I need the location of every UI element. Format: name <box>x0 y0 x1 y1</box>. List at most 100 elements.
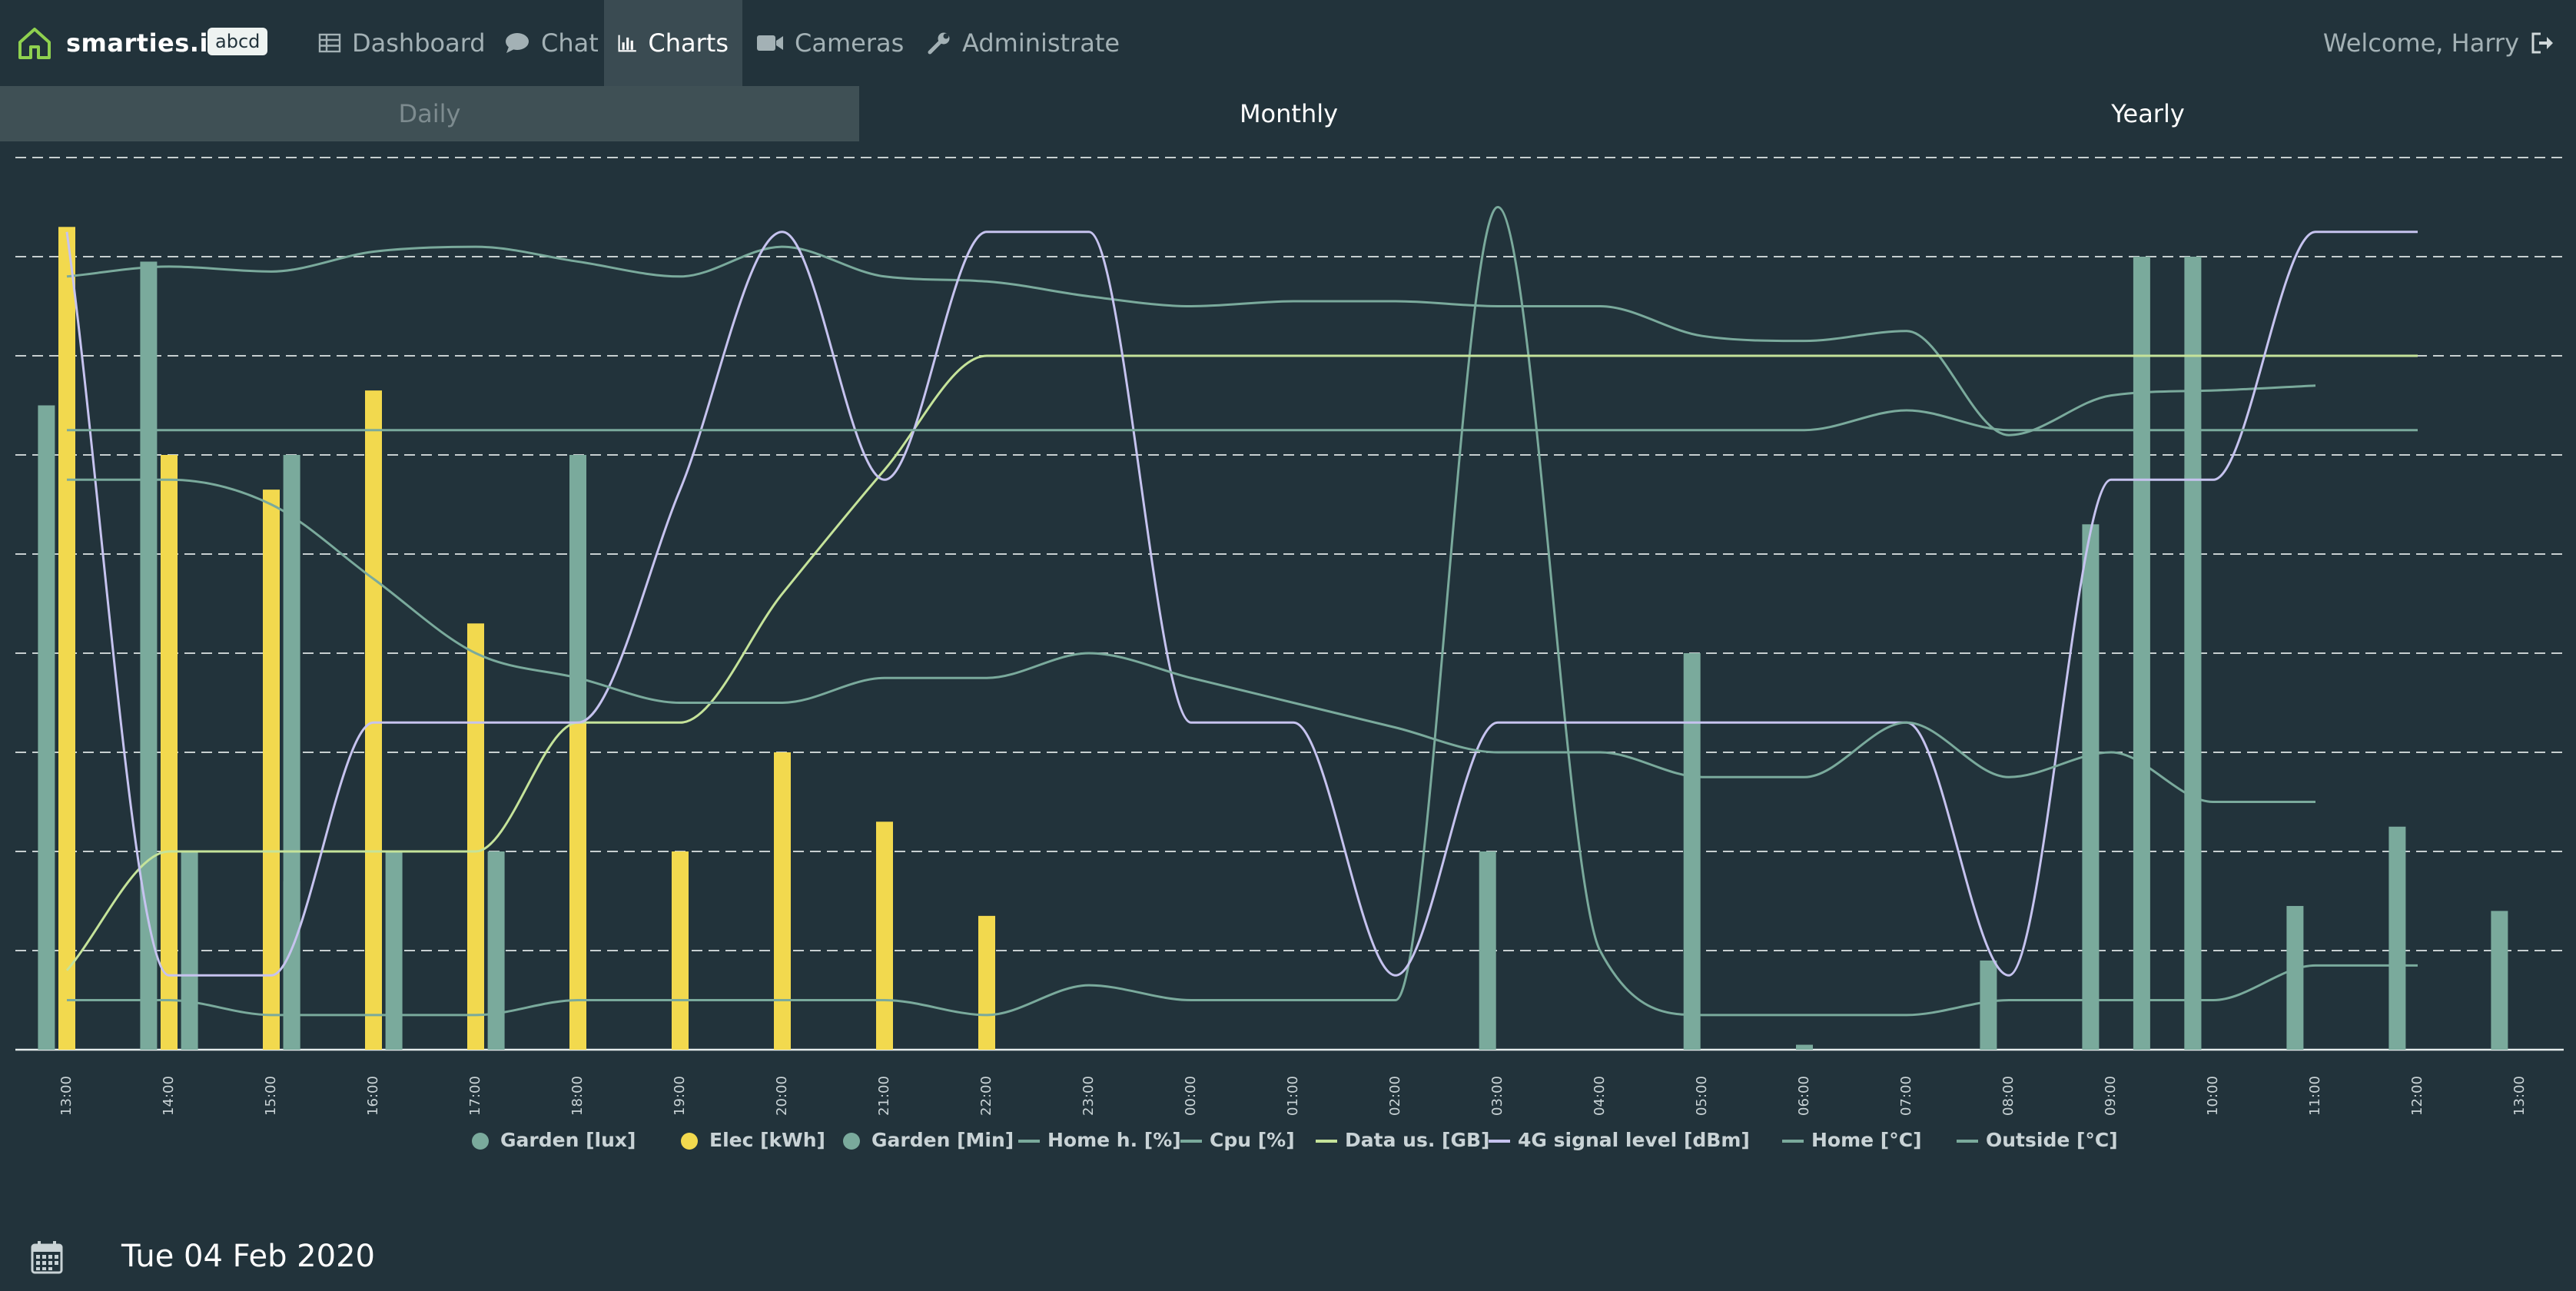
x-tick-label: 18:00 <box>569 1076 586 1116</box>
bar-2-6 <box>2184 257 2202 1050</box>
bar-0-13 <box>2491 911 2508 1050</box>
x-tick-label: 04:00 <box>1592 1076 1608 1116</box>
tab-daily-label: Daily <box>398 99 461 128</box>
brand-name: smarties.io <box>66 28 226 58</box>
welcome-text: Welcome, Harry <box>2322 28 2519 58</box>
bar-1-7 <box>774 752 791 1050</box>
bar-0-12 <box>2388 826 2406 1050</box>
x-tick-label: 03:00 <box>1489 1076 1505 1116</box>
x-axis: 13:00 14:00 15:00 16:00 17:00 18:00 19:00 20:00… <box>58 1076 2528 1116</box>
nav-chat-label: Chat <box>541 28 599 58</box>
bar-1-6 <box>672 851 689 1050</box>
x-tick-label: 05:00 <box>1694 1076 1710 1116</box>
nav-administrate[interactable]: Administrate <box>913 0 1134 86</box>
nav-administrate-label: Administrate <box>962 28 1120 58</box>
calendar-icon[interactable] <box>31 1240 63 1274</box>
period-tabs: Daily Monthly Yearly <box>0 86 2576 141</box>
bar-0-6 <box>1479 851 1496 1050</box>
bar-0-7 <box>1683 653 1701 1050</box>
bar-2-4 <box>1796 1044 1813 1050</box>
legend-label-0: Garden [lux] <box>500 1129 636 1151</box>
x-tick-label: 22:00 <box>978 1076 994 1116</box>
line-layer <box>65 205 2418 1017</box>
selected-date[interactable]: Tue 04 Feb 2020 <box>121 1239 375 1274</box>
bar-1-9 <box>978 915 995 1050</box>
bar-2-2 <box>385 851 403 1050</box>
x-tick-label: 19:00 <box>672 1076 688 1116</box>
nav-cameras[interactable]: Cameras <box>742 0 918 86</box>
nav-cameras-label: Cameras <box>795 28 905 58</box>
bar-1-2 <box>263 490 280 1050</box>
x-tick-label: 23:00 <box>1081 1076 1097 1116</box>
bar-0-9 <box>2082 524 2100 1050</box>
chat-bubble-icon <box>506 33 529 53</box>
x-tick-label: 08:00 <box>2000 1076 2017 1116</box>
line-5 <box>66 478 2315 803</box>
sign-out-icon[interactable] <box>2530 32 2554 55</box>
bar-1-3 <box>365 390 382 1050</box>
line-0 <box>66 245 2316 436</box>
x-tick-label: 02:00 <box>1387 1076 1403 1116</box>
x-tick-label: 00:00 <box>1183 1076 1199 1116</box>
x-tick-label: 20:00 <box>774 1076 790 1116</box>
bar-0-11 <box>2286 905 2304 1050</box>
legend-marker-1 <box>681 1133 698 1150</box>
bar-1-8 <box>876 821 893 1050</box>
bar-0-1 <box>140 261 158 1050</box>
legend-label-1: Elec [kWh] <box>709 1129 825 1151</box>
line-2 <box>65 354 2418 971</box>
daily-chart: 13:00 14:00 15:00 16:00 17:00 18:00 19:00 20:00… <box>15 157 2564 1151</box>
x-tick-label: 13:00 <box>58 1076 75 1116</box>
bar-2-5 <box>2133 257 2150 1050</box>
x-tick-label: 17:00 <box>467 1076 483 1116</box>
welcome-user[interactable]: Welcome, Harry <box>2323 0 2554 86</box>
legend-label-8: Outside [°C] <box>1986 1129 2118 1151</box>
nav-dashboard[interactable]: Dashboard <box>304 0 500 86</box>
x-tick-label: 14:00 <box>161 1076 177 1116</box>
home-logo-icon <box>18 28 51 59</box>
x-tick-label: 10:00 <box>2205 1076 2221 1116</box>
legend-label-4: Cpu [%] <box>1210 1129 1295 1151</box>
table-icon <box>318 33 341 53</box>
legend-label-5: Data us. [GB] <box>1345 1129 1489 1151</box>
x-tick-label: 11:00 <box>2307 1076 2323 1116</box>
x-tick-label: 15:00 <box>263 1076 279 1116</box>
line-3 <box>65 231 2418 977</box>
wrench-icon <box>928 32 950 55</box>
bar-2-3 <box>487 851 505 1050</box>
video-camera-icon <box>757 35 783 51</box>
x-tick-label: 13:00 <box>2511 1076 2528 1116</box>
legend-marker-2 <box>843 1133 860 1150</box>
tab-daily[interactable]: Daily <box>0 86 859 141</box>
tab-monthly-label: Monthly <box>1239 99 1339 128</box>
nav-charts[interactable]: Charts <box>604 0 742 86</box>
bar-chart-icon <box>618 35 636 52</box>
bar-1-4 <box>467 623 484 1050</box>
bar-0-8 <box>1980 960 1997 1050</box>
brand[interactable]: smarties.io <box>15 22 225 65</box>
legend-label-2: Garden [Min] <box>871 1129 1014 1151</box>
tab-yearly[interactable]: Yearly <box>1718 86 2576 141</box>
nav-chat[interactable]: Chat <box>490 0 612 86</box>
nav-dashboard-label: Dashboard <box>352 28 486 58</box>
x-tick-label: 21:00 <box>876 1076 892 1116</box>
tab-yearly-label: Yearly <box>2111 99 2185 128</box>
legend-label-3: Home h. [%] <box>1047 1129 1181 1151</box>
x-tick-label: 01:00 <box>1285 1076 1301 1116</box>
bar-1-1 <box>161 455 178 1050</box>
tab-monthly[interactable]: Monthly <box>859 86 1718 141</box>
legend: Garden [lux] Elec [kWh] Garden [Min] Home h… <box>472 1129 2118 1151</box>
brand-badge: abcd <box>207 28 268 55</box>
x-tick-label: 16:00 <box>365 1076 381 1116</box>
x-tick-label: 09:00 <box>2103 1076 2119 1116</box>
x-tick-label: 06:00 <box>1796 1076 1812 1116</box>
legend-label-6: 4G signal level [dBm] <box>1518 1129 1750 1151</box>
date-row: Tue 04 Feb 2020 <box>0 1230 2576 1291</box>
legend-marker-0 <box>472 1133 489 1150</box>
bar-layer <box>38 227 2508 1050</box>
nav-charts-label: Charts <box>648 28 729 58</box>
legend-label-7: Home [°C] <box>1811 1129 1922 1151</box>
top-nav: smarties.io abcd Dashboard Chat Charts C… <box>0 0 2576 86</box>
x-tick-label: 12:00 <box>2409 1076 2425 1116</box>
bar-0-0 <box>38 405 55 1050</box>
